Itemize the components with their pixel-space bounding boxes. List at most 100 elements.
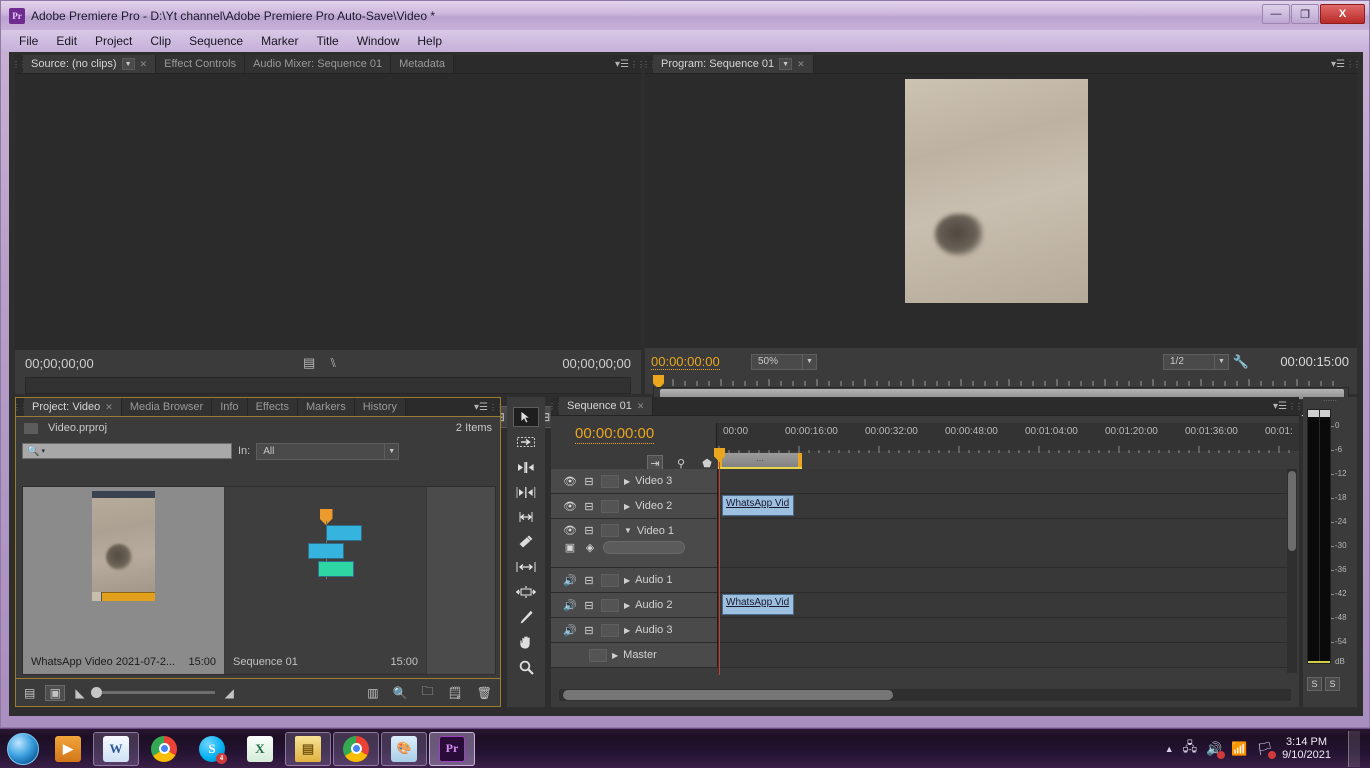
set-display-style-icon[interactable]: ▣ [563, 541, 577, 554]
track-body-master[interactable] [718, 643, 1291, 667]
track-header-audio-2[interactable]: 🔊 ⊟ ▶ Audio 2 [551, 593, 718, 617]
track-header-audio-1[interactable]: 🔊 ⊟ ▶ Audio 1 [551, 568, 718, 592]
menu-sequence[interactable]: Sequence [181, 32, 251, 50]
tab-project-video[interactable]: Project: Video ✕ [24, 398, 122, 416]
panel-grip-right-icon[interactable] [1291, 397, 1299, 415]
tab-sequence-01[interactable]: Sequence 01 ✕ [559, 397, 654, 415]
taskbar-item-adobe-premiere-pro[interactable]: Pr [429, 731, 475, 766]
rate-stretch-tool[interactable] [513, 507, 539, 527]
source-duration-timecode[interactable]: 00;00;00;00 [562, 356, 631, 371]
chevron-down-icon[interactable]: ▼ [779, 58, 793, 70]
signal-icon[interactable]: 📶 [1231, 741, 1247, 757]
chevron-right-icon[interactable]: ▶ [624, 576, 630, 585]
track-header-audio-3[interactable]: 🔊 ⊟ ▶ Audio 3 [551, 618, 718, 642]
taskbar-clock[interactable]: 3:14 PM 9/10/2021 [1282, 736, 1331, 762]
slider-knob[interactable] [90, 687, 102, 698]
track-select-tool[interactable] [513, 432, 539, 452]
new-bin-icon[interactable]: 🗀 [422, 682, 434, 703]
taskbar-item-google-chrome[interactable] [141, 732, 187, 766]
tab-metadata[interactable]: Metadata [391, 55, 454, 73]
slide-tool[interactable] [513, 582, 539, 602]
panel-grip-icon[interactable] [645, 55, 653, 73]
chevron-right-icon[interactable]: ▶ [624, 477, 630, 486]
track-row-video-1[interactable]: 👁 ⊟ ▼ Video 1 ▣ ◈ [551, 519, 1291, 568]
track-body-video-3[interactable] [718, 469, 1291, 493]
track-row-audio-3[interactable]: 🔊 ⊟ ▶ Audio 3 [551, 618, 1291, 643]
hand-tool[interactable] [513, 632, 539, 652]
keyframe-opacity-dropdown[interactable] [603, 541, 685, 554]
bin-item-sequence-01[interactable]: Sequence 01 15:00 [225, 487, 427, 674]
timeline-clip-video-2[interactable]: WhatsApp Vid [722, 495, 794, 516]
close-icon[interactable]: ✕ [140, 59, 148, 70]
track-body-audio-1[interactable] [718, 568, 1291, 592]
bin-filter-dropdown[interactable]: All ▼ [256, 442, 400, 460]
track-body-audio-2[interactable]: WhatsApp Vid [718, 593, 1291, 617]
tab-effect-controls[interactable]: Effect Controls [156, 55, 246, 73]
find-icon[interactable]: 🔍 [393, 686, 408, 700]
menu-title[interactable]: Title [308, 32, 346, 50]
track-header-video-2[interactable]: 👁 ⊟ ▶ Video 2 [551, 494, 718, 518]
start-button[interactable] [2, 731, 44, 767]
chevron-down-icon[interactable]: ▼ [121, 58, 135, 70]
menu-edit[interactable]: Edit [48, 32, 85, 50]
folder-icon[interactable] [24, 422, 38, 434]
panel-grip-right-icon[interactable] [633, 55, 641, 73]
selection-tool[interactable] [513, 407, 539, 427]
search-input[interactable]: 🔍 ▾ [22, 443, 232, 459]
razor-tool[interactable] [513, 532, 539, 552]
solo-button-right[interactable]: S [1325, 677, 1340, 691]
show-desktop-button[interactable] [1348, 730, 1360, 767]
taskbar-item-skype[interactable]: S4 [189, 732, 235, 766]
chevron-right-icon[interactable]: ▶ [612, 651, 618, 660]
panel-grip-icon[interactable] [15, 55, 23, 73]
minimize-button[interactable]: — [1262, 4, 1290, 24]
timeline-ruler[interactable]: 00:00 00:00:16:00 00:00:32:00 00:00:48:0… [716, 423, 1299, 453]
toggle-sync-lock-icon[interactable]: ⊟ [582, 599, 596, 612]
timeline-vertical-scrollbar[interactable] [1287, 469, 1297, 673]
track-row-audio-1[interactable]: 🔊 ⊟ ▶ Audio 1 [551, 568, 1291, 593]
menu-clip[interactable]: Clip [142, 32, 179, 50]
project-bin-area[interactable]: WhatsApp Video 2021-07-2... 15:00 Sequen… [22, 486, 496, 675]
chevron-down-icon[interactable]: ▼ [624, 526, 632, 535]
track-header-master[interactable]: ▶ Master [551, 643, 718, 667]
maximize-button[interactable]: ❐ [1291, 4, 1319, 24]
track-lock-box[interactable] [589, 648, 607, 662]
timeline-horizontal-scrollbar[interactable] [559, 689, 1291, 701]
timeline-playhead-timecode[interactable]: 00:00:00:00 [575, 425, 655, 444]
pen-tool[interactable] [513, 607, 539, 627]
taskbar-item-windows-media-player[interactable]: ▶ [45, 732, 91, 766]
menu-project[interactable]: Project [87, 32, 140, 50]
track-header-video-3[interactable]: 👁 ⊟ ▶ Video 3 [551, 469, 718, 493]
zoom-in-icon[interactable]: ◢ [225, 686, 234, 700]
playback-quality-dropdown[interactable]: 1/2 ▼ [1163, 353, 1229, 370]
toggle-sync-lock-icon[interactable]: ⊟ [582, 500, 596, 513]
program-current-timecode[interactable]: 00:00:00:00 [651, 354, 720, 370]
source-current-timecode[interactable]: 00;00;00;00 [25, 356, 94, 371]
list-view-icon[interactable]: ▤ [24, 686, 35, 700]
chevron-right-icon[interactable]: ▶ [624, 601, 630, 610]
close-button[interactable]: X [1320, 4, 1365, 24]
track-row-master[interactable]: ▶ Master [551, 643, 1291, 668]
bin-item-whatsapp-video[interactable]: WhatsApp Video 2021-07-2... 15:00 [23, 487, 225, 674]
show-hidden-icons-icon[interactable]: ▲ [1165, 744, 1174, 754]
program-duration-timecode[interactable]: 00:00:15:00 [1280, 354, 1349, 369]
panel-grip-right-icon[interactable] [492, 398, 500, 416]
taskbar-item-folder[interactable]: ▤ [285, 731, 331, 766]
track-lock-box[interactable] [601, 573, 619, 587]
icon-view-icon[interactable]: ▣ [45, 684, 66, 701]
track-row-video-3[interactable]: 👁 ⊟ ▶ Video 3 [551, 469, 1291, 494]
speaker-icon[interactable]: 🔊 [563, 599, 577, 612]
track-lock-box[interactable] [601, 623, 619, 637]
film-strip-icon[interactable]: ▤ [303, 355, 315, 371]
slip-tool[interactable] [513, 557, 539, 577]
show-keyframes-icon[interactable]: ◈ [583, 541, 597, 554]
freeform-view-icon[interactable]: ▥ [367, 686, 378, 700]
zoom-tool[interactable] [513, 657, 539, 677]
tab-program[interactable]: Program: Sequence 01 ▼ ✕ [653, 55, 814, 73]
eye-icon[interactable]: 👁 [563, 475, 577, 488]
zoom-level-dropdown[interactable]: 50% ▼ [751, 353, 817, 370]
eye-icon[interactable]: 👁 [563, 524, 577, 537]
settings-wrench-icon[interactable]: 🔧 [1233, 354, 1249, 370]
panel-grip-right-icon[interactable] [1349, 55, 1357, 73]
menu-window[interactable]: Window [349, 32, 408, 50]
